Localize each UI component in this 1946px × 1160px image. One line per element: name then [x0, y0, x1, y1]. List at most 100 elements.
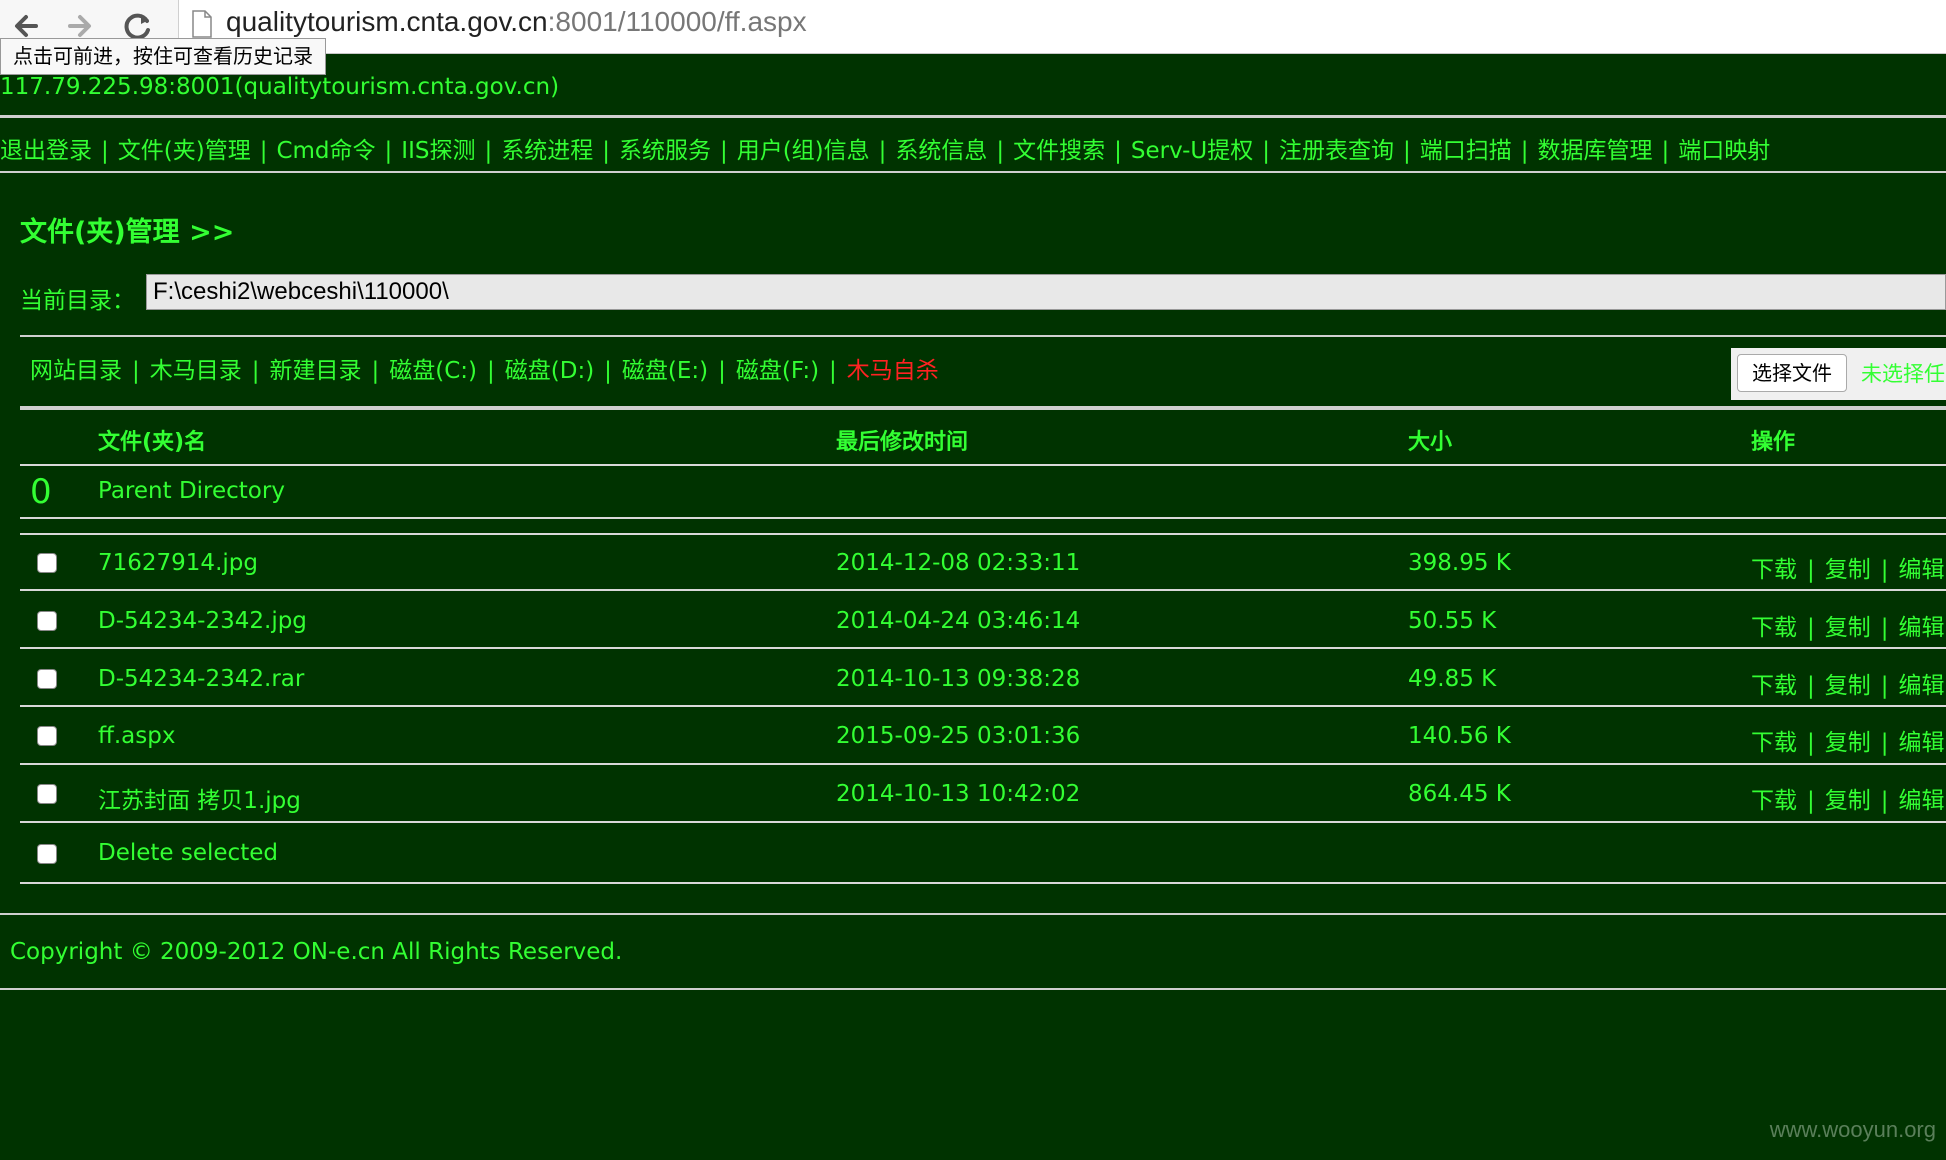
- row-divider: [20, 464, 1946, 466]
- action-separator: |: [1880, 557, 1889, 583]
- quick-link[interactable]: 磁盘(D:): [505, 358, 594, 384]
- menu-item[interactable]: Serv-U提权: [1131, 138, 1253, 164]
- host-line: 117.79.225.98:8001(qualitytourism.cnta.g…: [0, 74, 560, 100]
- action-separator: |: [1880, 788, 1889, 814]
- download-link[interactable]: 下载: [1751, 788, 1797, 814]
- file-name-link[interactable]: D-54234-2342.rar: [98, 666, 304, 692]
- current-dir-label: 当前目录：: [20, 288, 135, 314]
- copy-link[interactable]: 复制: [1825, 730, 1871, 756]
- row-checkbox[interactable]: [37, 669, 57, 689]
- forward-tooltip: 点击可前进，按住可查看历史记录: [0, 38, 326, 75]
- file-name-link[interactable]: 江苏封面 拷贝1.jpg: [98, 781, 301, 815]
- download-link[interactable]: 下载: [1751, 615, 1797, 641]
- page-title: 文件(夹)管理 >>: [20, 217, 235, 248]
- menu-item[interactable]: 文件搜索: [1013, 138, 1105, 164]
- action-separator: |: [1807, 557, 1815, 583]
- delete-selected-button[interactable]: Delete selected: [98, 840, 278, 866]
- menu-separator: |: [1403, 138, 1411, 164]
- edit-link[interactable]: 编辑: [1899, 730, 1945, 756]
- file-actions: 下载 | 复制 | 编辑: [1751, 550, 1945, 584]
- row-checkbox[interactable]: [37, 784, 57, 804]
- file-modified: 2015-09-25 03:01:36: [836, 723, 1081, 749]
- action-separator: |: [1880, 615, 1889, 641]
- divider: [0, 988, 1946, 990]
- quick-links: 网站目录 | 木马目录 | 新建目录 | 磁盘(C:) | 磁盘(D:) | 磁盘(E:) | 磁盘(F…: [30, 351, 939, 385]
- self-destruct-link[interactable]: 木马自杀: [847, 358, 939, 384]
- link-separator: |: [604, 358, 612, 384]
- edit-link[interactable]: 编辑: [1899, 673, 1945, 699]
- row-divider: [20, 517, 1946, 519]
- menu-item[interactable]: 文件(夹)管理: [118, 138, 251, 164]
- divider: [20, 335, 1946, 337]
- action-separator: |: [1807, 730, 1815, 756]
- file-name-link[interactable]: D-54234-2342.jpg: [98, 608, 307, 634]
- edit-link[interactable]: 编辑: [1899, 615, 1945, 641]
- edit-link[interactable]: 编辑: [1899, 788, 1945, 814]
- file-actions: 下载 | 复制 | 编辑: [1751, 723, 1945, 757]
- copy-link[interactable]: 复制: [1825, 788, 1871, 814]
- col-header-action: 操作: [1751, 430, 1796, 455]
- file-actions: 下载 | 复制 | 编辑: [1751, 608, 1945, 642]
- menu-item[interactable]: 端口扫描: [1420, 138, 1512, 164]
- menu-item[interactable]: Cmd命令: [276, 138, 375, 164]
- action-separator: |: [1807, 788, 1815, 814]
- download-link[interactable]: 下载: [1751, 730, 1797, 756]
- menu-separator: |: [101, 138, 109, 164]
- menu-item[interactable]: IIS探测: [401, 138, 475, 164]
- file-modified: 2014-10-13 09:38:28: [836, 666, 1081, 692]
- quick-link[interactable]: 磁盘(C:): [389, 358, 477, 384]
- link-separator: |: [371, 358, 380, 384]
- menu-item[interactable]: 用户(组)信息: [737, 138, 870, 164]
- menu-item[interactable]: 数据库管理: [1538, 138, 1653, 164]
- menu-separator: |: [384, 138, 393, 164]
- menu-item[interactable]: 注册表查询: [1279, 138, 1394, 164]
- menu-separator: |: [259, 138, 268, 164]
- row-checkbox[interactable]: [37, 611, 57, 631]
- file-actions: 下载 | 复制 | 编辑: [1751, 666, 1945, 700]
- menu-separator: |: [878, 138, 887, 164]
- parent-directory-link[interactable]: Parent Directory: [98, 478, 285, 504]
- copy-link[interactable]: 复制: [1825, 615, 1871, 641]
- row-divider: [20, 705, 1946, 707]
- menu-item[interactable]: 系统服务: [619, 138, 711, 164]
- watermark: www.wooyun.org: [1769, 1117, 1936, 1142]
- file-size: 49.85 K: [1408, 666, 1497, 692]
- file-size: 140.56 K: [1408, 723, 1511, 749]
- url-host: qualitytourism.cnta.gov.cn: [226, 6, 548, 37]
- menu-item[interactable]: 端口映射: [1678, 138, 1770, 164]
- url-text: qualitytourism.cnta.gov.cn:8001/110000/f…: [226, 6, 807, 38]
- page-icon: [192, 10, 212, 38]
- menu-item[interactable]: 系统进程: [501, 138, 593, 164]
- quick-link[interactable]: 木马目录: [150, 358, 242, 384]
- edit-link[interactable]: 编辑: [1899, 557, 1945, 583]
- select-all-checkbox[interactable]: [37, 844, 57, 864]
- quick-link[interactable]: 磁盘(F:): [736, 358, 819, 384]
- file-size: 864.45 K: [1408, 781, 1511, 807]
- row-checkbox[interactable]: [37, 726, 57, 746]
- current-dir-input[interactable]: F:\ceshi2\webceshi\110000\: [146, 274, 1946, 310]
- menu-item[interactable]: 系统信息: [895, 138, 987, 164]
- quick-link[interactable]: 磁盘(E:): [622, 358, 708, 384]
- choose-file-button[interactable]: 选择文件: [1737, 354, 1847, 392]
- file-size: 50.55 K: [1408, 608, 1497, 634]
- download-link[interactable]: 下载: [1751, 673, 1797, 699]
- file-name-link[interactable]: ff.aspx: [98, 723, 175, 749]
- file-modified: 2014-10-13 10:42:02: [836, 781, 1081, 807]
- copy-link[interactable]: 复制: [1825, 557, 1871, 583]
- menu-separator: |: [1114, 138, 1122, 164]
- menu-separator: |: [484, 138, 493, 164]
- row-divider: [20, 589, 1946, 591]
- action-separator: |: [1807, 673, 1815, 699]
- quick-link[interactable]: 新建目录: [270, 358, 362, 384]
- file-name-link[interactable]: 71627914.jpg: [98, 550, 258, 576]
- copy-link[interactable]: 复制: [1825, 673, 1871, 699]
- divider: [0, 913, 1946, 915]
- download-link[interactable]: 下载: [1751, 557, 1797, 583]
- quick-link[interactable]: 网站目录: [30, 358, 122, 384]
- link-separator: |: [829, 358, 837, 384]
- menu-item[interactable]: 退出登录: [0, 138, 92, 164]
- address-bar[interactable]: qualitytourism.cnta.gov.cn:8001/110000/f…: [178, 0, 1946, 53]
- divider: [0, 171, 1946, 173]
- file-upload: 选择文件 未选择任: [1731, 348, 1946, 400]
- row-checkbox[interactable]: [37, 553, 57, 573]
